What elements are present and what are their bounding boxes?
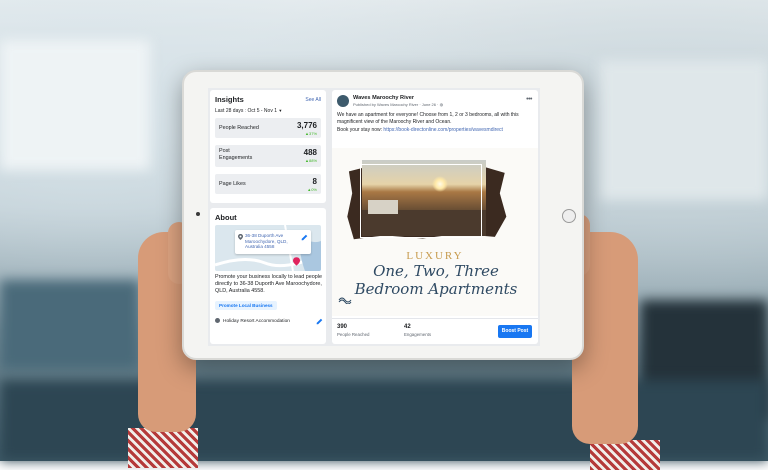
location-pin-icon bbox=[238, 234, 243, 240]
post-cta-text: Book your stay now: bbox=[337, 127, 384, 133]
category-label: Holiday Resort Accommodation bbox=[223, 318, 290, 324]
metric-post-engagements[interactable]: Post Engagements 488 ▲88% bbox=[215, 145, 321, 167]
booking-link[interactable]: https://book-directonline.com/properties… bbox=[383, 127, 503, 133]
metric-label: People Reached bbox=[219, 125, 259, 131]
right-shirt-sleeve bbox=[590, 440, 660, 470]
metric-value: 3,776 bbox=[296, 121, 317, 130]
post-text: We have an apartment for everyone! Choos… bbox=[337, 112, 532, 134]
post-cta: Book your stay now: https://book-directo… bbox=[337, 127, 532, 134]
window-light bbox=[600, 60, 768, 200]
metric-change: ▲37% bbox=[305, 131, 317, 136]
people-reached-value: 390 bbox=[337, 324, 348, 330]
promote-local-business-button[interactable]: Promote Local Business bbox=[215, 301, 277, 310]
waves-logo-icon bbox=[338, 297, 352, 304]
post-meta-text: Published by Waves Maroochy River · June… bbox=[353, 102, 440, 107]
category-row: Holiday Resort Accommodation bbox=[215, 318, 323, 325]
map-address: 36-38 Duporth Ave Maroochydore, QLD, Aus… bbox=[245, 233, 288, 249]
window-light bbox=[0, 40, 150, 170]
post-image[interactable]: LUXURY One, Two, Three Bedroom Apartment… bbox=[332, 148, 538, 316]
luxury-heading: LUXURY bbox=[406, 250, 464, 262]
metric-label: Post Engagements bbox=[219, 148, 253, 161]
post-card: Waves Maroochy River Published by Waves … bbox=[332, 90, 538, 344]
left-shirt-sleeve bbox=[128, 428, 198, 468]
script-title-line1: One, Two, Three bbox=[373, 262, 499, 280]
page-name[interactable]: Waves Maroochy River bbox=[353, 95, 414, 101]
metric-page-likes[interactable]: Page Likes 8 ▲0% bbox=[215, 174, 321, 194]
metric-value: 488 bbox=[303, 148, 317, 157]
range-label: Last 28 days bbox=[215, 108, 244, 114]
white-frame-overlay bbox=[360, 164, 482, 238]
about-title: About bbox=[215, 213, 237, 222]
metric-label: Page Likes bbox=[219, 181, 246, 187]
chevron-down-icon: ▼ bbox=[278, 108, 283, 113]
metric-value: 8 bbox=[312, 177, 317, 186]
desk-shape bbox=[0, 280, 140, 370]
insights-title: Insights bbox=[215, 95, 244, 104]
edit-pencil-icon[interactable] bbox=[316, 318, 323, 325]
home-button[interactable] bbox=[562, 209, 576, 223]
edit-pencil-icon[interactable] bbox=[301, 234, 308, 241]
range-value: Oct 5 - Nov 1 bbox=[247, 108, 277, 114]
people-reached-label: People Reached bbox=[337, 332, 370, 337]
date-range-selector[interactable]: Last 28 days : Oct 5 - Nov 1 ▼ bbox=[215, 108, 282, 114]
location-map[interactable]: 36-38 Duporth Ave Maroochydore, QLD, Aus… bbox=[215, 225, 321, 271]
engagements-value: 42 bbox=[404, 324, 411, 330]
metric-people-reached[interactable]: People Reached 3,776 ▲37% bbox=[215, 118, 321, 138]
post-meta: Published by Waves Maroochy River · June… bbox=[353, 102, 443, 107]
category-icon bbox=[215, 318, 220, 323]
globe-icon: ◍ bbox=[439, 102, 444, 107]
post-stats-bar: 390 People Reached 42 Engagements Boost … bbox=[332, 318, 538, 345]
page-avatar[interactable] bbox=[337, 95, 349, 107]
map-marker-icon bbox=[293, 257, 300, 266]
script-title-line2: Bedroom Apartments bbox=[354, 280, 518, 298]
about-card: About 36-38 Duporth Ave Maroochydore, QL… bbox=[210, 208, 326, 344]
insights-card: Insights See All Last 28 days : Oct 5 - … bbox=[210, 90, 326, 203]
post-body: We have an apartment for everyone! Choos… bbox=[337, 112, 519, 125]
see-all-link[interactable]: See All bbox=[305, 97, 321, 103]
more-options-icon[interactable]: ••• bbox=[526, 96, 532, 103]
facebook-page-screen: Insights See All Last 28 days : Oct 5 - … bbox=[208, 88, 540, 346]
tablet-device: Insights See All Last 28 days : Oct 5 - … bbox=[182, 70, 584, 360]
metric-change: ▲88% bbox=[305, 158, 317, 163]
address-popup[interactable]: 36-38 Duporth Ave Maroochydore, QLD, Aus… bbox=[235, 230, 311, 254]
about-description: Promote your business locally to lead pe… bbox=[215, 274, 322, 294]
front-camera bbox=[196, 212, 200, 216]
boost-post-button[interactable]: Boost Post bbox=[498, 325, 532, 338]
engagements-label: Engagements bbox=[404, 332, 432, 337]
metric-change: ▲0% bbox=[307, 187, 317, 192]
